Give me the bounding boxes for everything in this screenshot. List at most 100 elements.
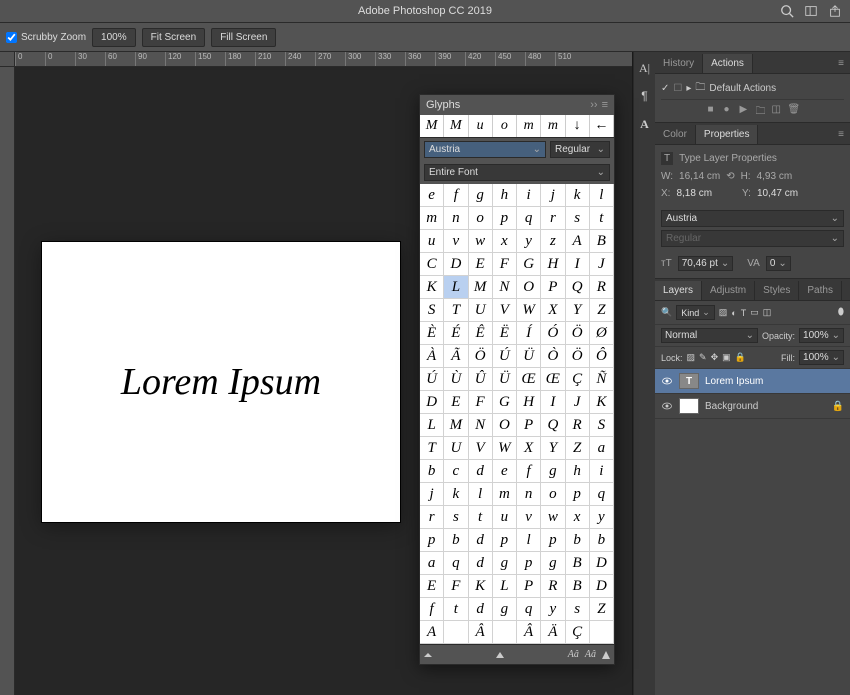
glyph-cell[interactable]: j [541,184,565,207]
glyph-recent-cell[interactable]: o [493,115,517,137]
glyph-cell[interactable]: M [444,414,468,437]
glyph-cell[interactable]: Y [541,437,565,460]
properties-panel-menu-icon[interactable]: ≡ [832,125,850,144]
glyph-cell[interactable]: A [566,230,590,253]
glyph-cell[interactable]: a [420,552,444,575]
glyph-cell[interactable] [444,621,468,644]
glyph-cell[interactable]: t [444,598,468,621]
glyph-cell[interactable]: p [493,207,517,230]
styles-tab[interactable]: Styles [755,281,799,300]
glyph-cell[interactable]: d [469,552,493,575]
glyph-cell[interactable]: g [541,460,565,483]
glyph-cell[interactable]: P [517,414,541,437]
glyph-cell[interactable]: e [493,460,517,483]
glyph-cell[interactable]: Ú [493,345,517,368]
glyph-cell[interactable]: Ü [493,368,517,391]
glyph-cell[interactable]: K [469,575,493,598]
fill-screen-button[interactable]: Fill Screen [211,28,276,47]
paragraph-panel-icon[interactable]: ¶ [637,88,653,104]
glyph-cell[interactable]: m [493,483,517,506]
glyphs-panel-header[interactable]: Glyphs ›› ≡ [420,95,614,115]
glyph-cell[interactable]: Ã [444,345,468,368]
glyph-cell[interactable]: c [444,460,468,483]
glyph-cell[interactable]: E [444,391,468,414]
glyph-cell[interactable]: u [420,230,444,253]
glyph-cell[interactable]: o [469,207,493,230]
glyph-cell[interactable]: s [566,598,590,621]
glyph-cell[interactable]: R [590,276,614,299]
font-size-field[interactable]: 70,46 pt [678,256,734,271]
glyphs-panel-icon[interactable]: A [637,116,653,132]
glyph-cell[interactable]: f [517,460,541,483]
glyph-cell[interactable]: s [444,506,468,529]
glyph-cell[interactable]: L [493,575,517,598]
glyph-cell[interactable]: Ç [566,368,590,391]
glyph-cell[interactable]: N [469,414,493,437]
glyph-cell[interactable]: b [420,460,444,483]
canvas-text-layer[interactable]: Lorem Ipsum [121,360,321,404]
stop-icon[interactable]: ■ [708,104,718,114]
glyphs-style-select[interactable]: Regular [550,141,610,158]
glyph-cell[interactable]: p [493,529,517,552]
glyph-recent-cell[interactable]: m [541,115,565,137]
glyph-cell[interactable]: Ü [517,345,541,368]
glyph-cell[interactable]: a [590,437,614,460]
glyph-cell[interactable]: I [541,391,565,414]
glyph-cell[interactable]: Ò [541,345,565,368]
glyph-cell[interactable]: J [590,253,614,276]
filter-kind-select[interactable]: Kind [676,305,715,320]
glyph-cell[interactable]: Œ [541,368,565,391]
glyph-cell[interactable]: F [444,575,468,598]
glyph-cell[interactable]: q [444,552,468,575]
glyph-cell[interactable]: q [590,483,614,506]
glyph-cell[interactable]: Ö [566,322,590,345]
glyph-recent-cell[interactable]: u [469,115,493,137]
actions-panel-menu-icon[interactable]: ≡ [832,54,850,73]
arrange-icon[interactable] [804,4,818,18]
glyph-cell[interactable]: Ú [420,368,444,391]
glyph-cell[interactable]: n [444,207,468,230]
folder-disclosure-icon[interactable]: ▸ [686,83,691,94]
new-set-icon[interactable]: 🗀 [756,104,766,114]
properties-tab[interactable]: Properties [696,125,759,144]
glyph-cell[interactable]: U [469,299,493,322]
glyph-cell[interactable]: l [590,184,614,207]
glyph-cell[interactable]: z [541,230,565,253]
glyph-cell[interactable]: X [517,437,541,460]
glyph-cell[interactable]: W [493,437,517,460]
x-value[interactable]: 8,18 cm [676,188,712,199]
glyph-cell[interactable]: Ä [541,621,565,644]
layer-name-2[interactable]: Background [705,401,758,412]
glyph-cell[interactable]: y [517,230,541,253]
glyph-cell[interactable]: e [420,184,444,207]
glyph-recent-cell[interactable]: ↓ [566,115,590,137]
new-action-icon[interactable]: ◫ [772,104,782,114]
glyph-cell[interactable]: Ö [566,345,590,368]
visibility-icon[interactable] [661,375,673,387]
glyph-cell[interactable]: Ç [566,621,590,644]
fill-field[interactable]: 100% [799,350,844,365]
font-family-select[interactable]: Austria [661,210,844,227]
glyph-cell[interactable]: y [541,598,565,621]
glyph-zoom-mid-icon[interactable] [496,652,504,658]
glyph-recent-cell[interactable]: M [420,115,444,137]
glyph-cell[interactable]: Ô [590,345,614,368]
glyph-cell[interactable]: I [566,253,590,276]
glyph-next-icon[interactable]: Aâ [585,649,596,660]
glyph-cell[interactable]: f [444,184,468,207]
glyph-recent-cell[interactable]: m [517,115,541,137]
glyph-cell[interactable]: Q [541,414,565,437]
glyph-recent-cell[interactable]: M [444,115,468,137]
glyph-cell[interactable]: V [493,299,517,322]
glyph-cell[interactable]: E [469,253,493,276]
glyph-cell[interactable]: f [420,598,444,621]
lock-paint-icon[interactable]: ✎ [699,352,707,363]
glyph-cell[interactable]: o [541,483,565,506]
glyph-cell[interactable]: p [420,529,444,552]
glyph-cell[interactable]: q [517,598,541,621]
glyph-cell[interactable]: n [517,483,541,506]
glyph-cell[interactable]: m [420,207,444,230]
visibility-icon[interactable] [661,400,673,412]
filter-smart-icon[interactable]: ◫ [763,307,772,318]
glyphs-menu-icon[interactable]: ≡ [602,99,608,111]
